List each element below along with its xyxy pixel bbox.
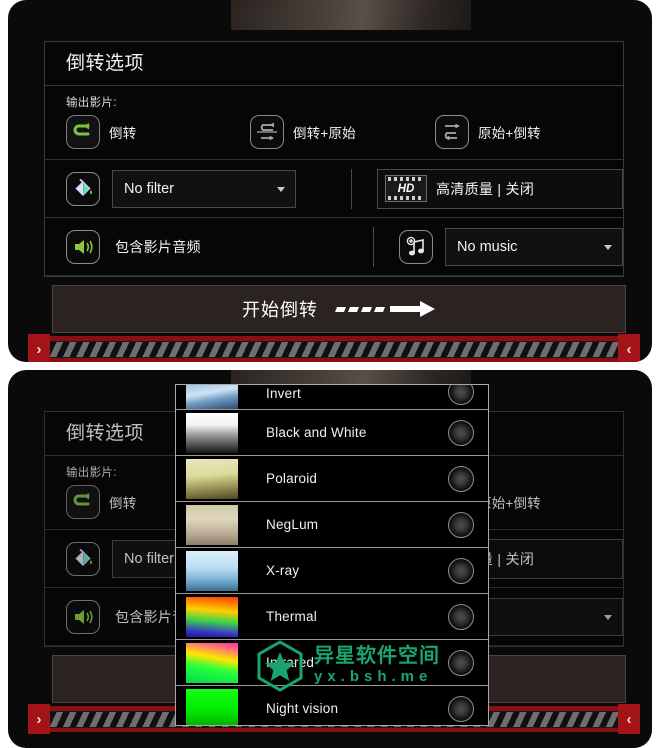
output-mode-origin-reverse-label: 原始+倒转 (478, 126, 541, 141)
filter-radio-button[interactable] (448, 385, 474, 405)
filter-radio-button[interactable] (448, 695, 474, 722)
chevron-down-icon (277, 186, 285, 192)
chevron-down-icon (604, 244, 612, 250)
add-music-icon[interactable] (399, 229, 433, 264)
filter-thumbnail (186, 550, 238, 591)
filter-name: Black and White (266, 425, 367, 440)
speaker-icon[interactable] (66, 229, 100, 264)
filter-radio-button[interactable] (448, 649, 474, 676)
chevron-down-icon (604, 614, 612, 620)
filter-name: X-ray (266, 563, 300, 578)
chevron-left-icon[interactable]: ‹ (618, 704, 640, 734)
filter-dropdown-list[interactable]: Invert Black and White Polaroid NegLum X-ray… (175, 384, 489, 726)
filter-select[interactable]: No filter (112, 169, 296, 208)
paint-bucket-icon[interactable] (66, 541, 100, 576)
forward-then-reverse-icon (435, 115, 469, 149)
divider (351, 168, 352, 209)
filter-list-item[interactable]: Night vision (176, 686, 488, 725)
filter-thumbnail (186, 642, 238, 683)
filter-radio-button[interactable] (448, 603, 474, 630)
music-group: No music (376, 227, 623, 266)
chevron-left-icon[interactable]: ‹ (618, 334, 640, 362)
filter-list-item[interactable]: Black and White (176, 410, 488, 456)
audio-group[interactable]: 包含影片音频 (66, 229, 373, 264)
music-select-value: No music (457, 238, 518, 255)
reverse-loop-icon (66, 115, 100, 149)
paint-bucket-icon[interactable] (66, 171, 100, 206)
filter-list-item[interactable]: NegLum (176, 502, 488, 548)
filter-radio-button[interactable] (448, 557, 474, 584)
output-section-label: 输出影片: (66, 97, 117, 109)
output-mode-reverse-label: 倒转 (109, 126, 137, 141)
filter-name: Polaroid (266, 471, 318, 486)
quality-group[interactable]: HD 高清质量 | 关闭 (354, 168, 623, 209)
output-mode-row: 倒转 倒转+原始 (45, 113, 623, 160)
dialog-body: 输出影片: 倒转 (45, 86, 623, 276)
speaker-icon[interactable] (66, 599, 100, 634)
reverse-then-forward-icon (250, 115, 284, 149)
output-mode-reverse[interactable]: 倒转 (66, 115, 250, 149)
filter-list-item[interactable]: Thermal (176, 594, 488, 640)
hd-quality-label: 高清质量 | 关闭 (436, 180, 535, 197)
filter-thumbnail (186, 688, 238, 725)
divider (373, 226, 374, 267)
filter-thumbnail (186, 596, 238, 637)
output-mode-reverse-origin[interactable]: 倒转+原始 (250, 115, 435, 149)
filter-name: NegLum (266, 517, 319, 532)
filter-name: Invert (266, 386, 301, 401)
filter-list-item[interactable]: Infrared (176, 640, 488, 686)
filter-list-item[interactable]: Invert (176, 385, 488, 410)
filter-thumbnail (186, 458, 238, 499)
screenshot-root: 倒转选项 输出影片: 倒转 倒转+原始 原始+倒转 No filter HD 高… (0, 0, 660, 748)
filter-select-value: No filter (124, 180, 174, 197)
device-frame-top: 倒转选项 输出影片: 倒转 倒转+原始 原始+倒转 No filter HD 高… (8, 0, 652, 362)
filter-list-item[interactable]: Polaroid (176, 456, 488, 502)
music-select[interactable]: No music (445, 227, 623, 266)
hd-badge-text: HD (394, 181, 418, 196)
output-mode-reverse-label: 倒转 (109, 496, 137, 511)
dialog-title: 倒转选项 (45, 42, 623, 86)
filter-name: Night vision (266, 701, 339, 716)
audio-label: 包含影片音频 (115, 238, 201, 255)
filter-thumbnail (186, 412, 238, 453)
start-reverse-button[interactable]: 开始倒转 (52, 285, 626, 333)
chevron-right-icon[interactable]: › (28, 704, 50, 734)
output-mode-reverse-origin-label: 倒转+原始 (293, 126, 356, 141)
video-preview-strip-top (231, 0, 471, 30)
filter-and-quality-row: No filter HD 高清质量 | 关闭 (45, 160, 623, 218)
filter-thumbnail (186, 385, 238, 409)
hd-quality-button[interactable]: HD 高清质量 | 关闭 (377, 168, 623, 209)
timeline-handle-bar-top[interactable]: › ‹ (28, 334, 640, 362)
arrow-right-icon (334, 299, 436, 319)
hd-film-icon: HD (385, 175, 427, 202)
filter-radio-button[interactable] (448, 511, 474, 538)
reverse-loop-icon (66, 485, 100, 519)
filter-select-value: No filter (124, 550, 174, 567)
filter-radio-button[interactable] (448, 465, 474, 492)
start-reverse-label: 开始倒转 (242, 300, 318, 320)
filter-thumbnail (186, 504, 238, 545)
filter-list-item[interactable]: X-ray (176, 548, 488, 594)
filter-name: Infrared (266, 655, 315, 670)
filter-name: Thermal (266, 609, 317, 624)
audio-and-music-row: 包含影片音频 (45, 218, 623, 276)
reverse-options-dialog: 倒转选项 输出影片: 倒转 倒转+原始 原始+倒转 No filter HD 高… (44, 41, 624, 277)
output-mode-origin-reverse[interactable]: 原始+倒转 (435, 115, 541, 149)
stripe-track[interactable] (50, 340, 618, 358)
chevron-right-icon[interactable]: › (28, 334, 50, 362)
filter-radio-button[interactable] (448, 419, 474, 446)
filter-group: No filter (66, 169, 351, 208)
